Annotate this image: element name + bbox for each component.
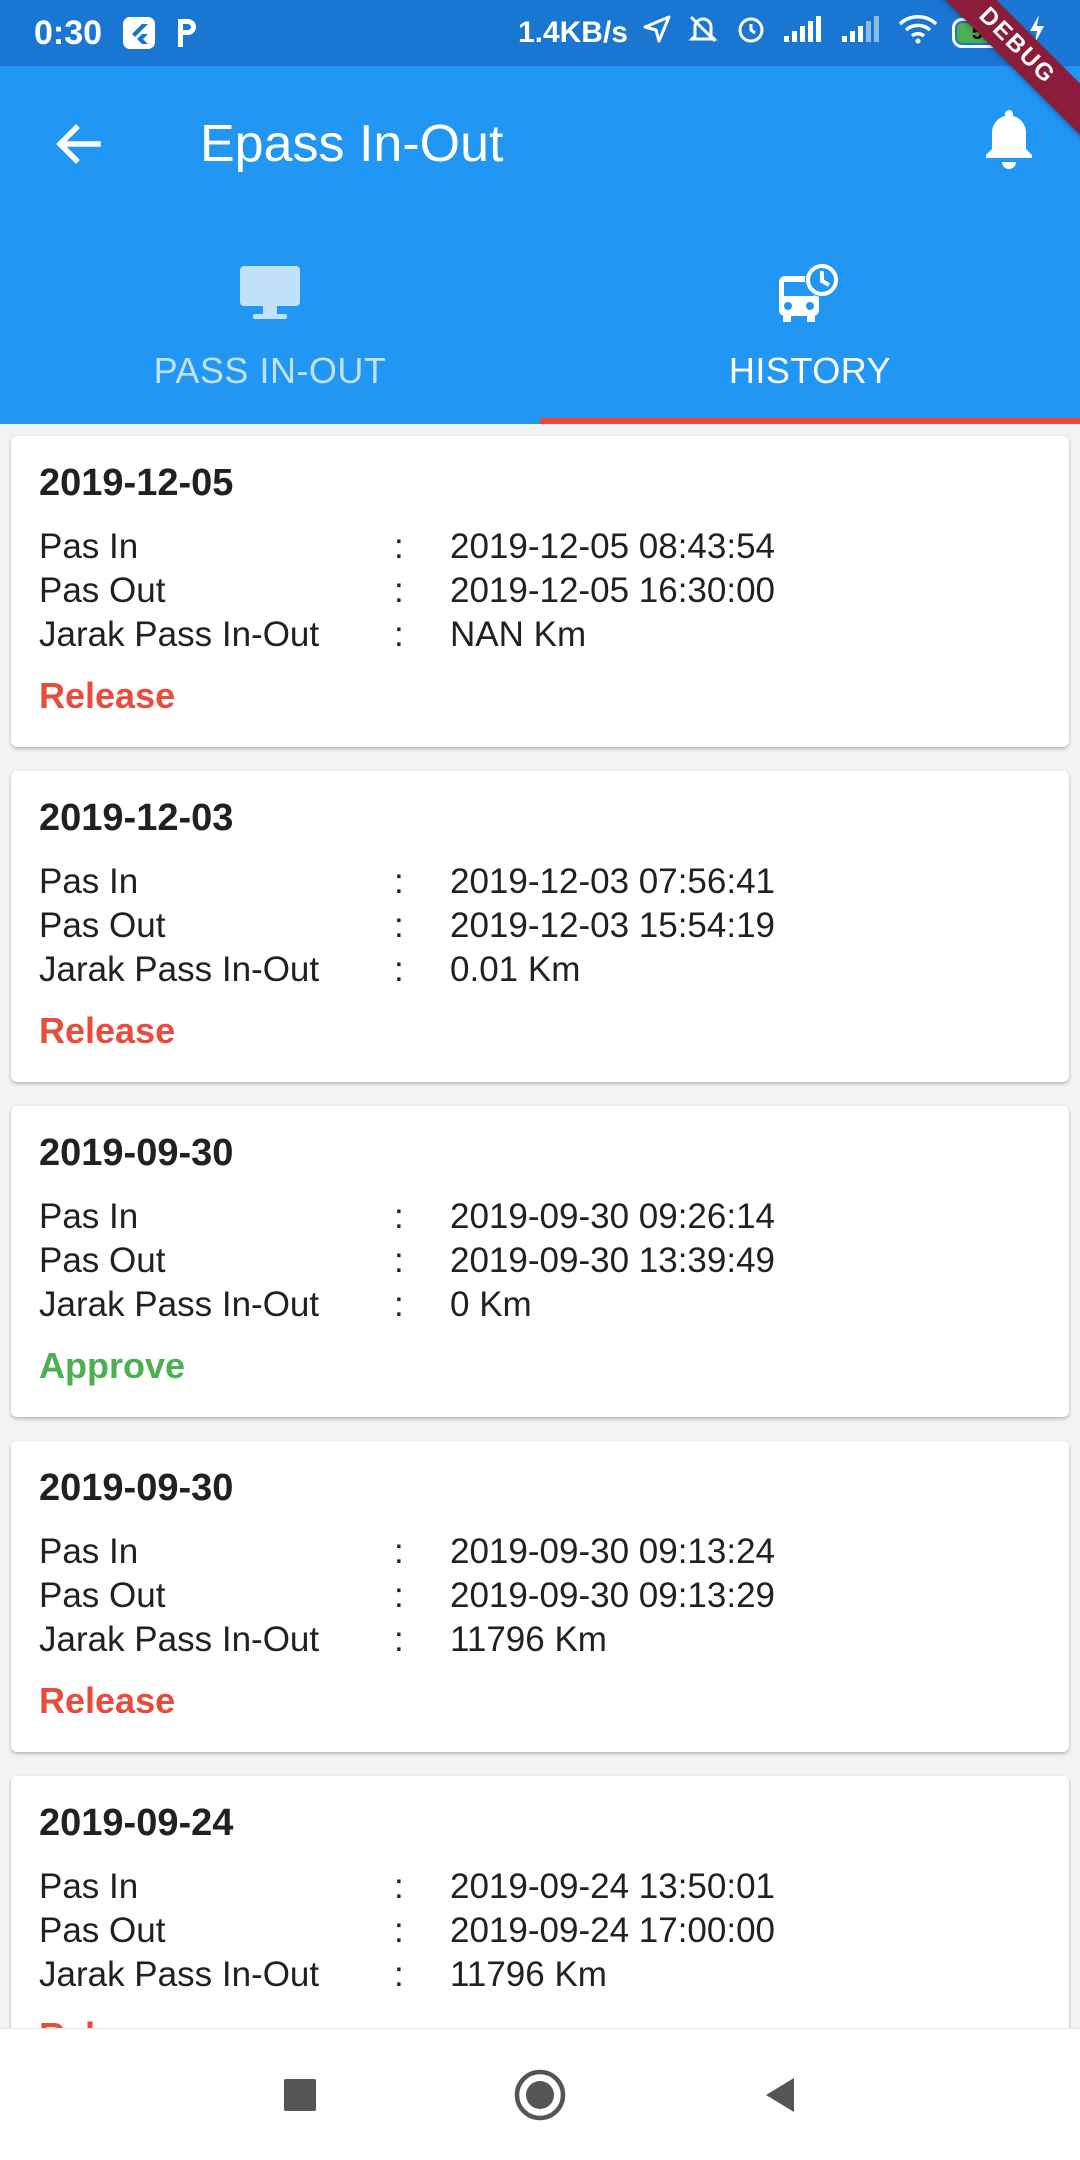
parking-icon [174,17,200,49]
monitor-icon [240,266,300,319]
signal-icon-2 [840,14,884,52]
flutter-icon [122,16,156,50]
distance-value: 0 Km [450,1285,532,1324]
pass-in-label: Pas In [39,862,139,901]
status-bar: 0:30 1.4KB/s 51 [0,0,1080,66]
pass-out-label: Pas Out [39,1576,166,1615]
separator: : [394,1532,404,1571]
bell-icon [986,110,1032,169]
separator: : [394,571,404,610]
history-card[interactable]: 2019-12-03 Pas In: 2019-12-03 07:56:41 Pa… [11,771,1069,1082]
status-label: Release [39,675,176,716]
history-date: 2019-12-03 [39,797,234,839]
separator: : [394,527,404,566]
page-title: Epass In-Out [200,115,504,173]
system-back-button[interactable] [745,2060,815,2130]
separator: : [394,1867,404,1906]
distance-label: Jarak Pass In-Out [39,1620,320,1659]
circle-home-icon [514,2069,566,2120]
bus-clock-icon [779,263,839,322]
history-card[interactable]: 2019-09-30 Pas In: 2019-09-30 09:13:24 Pa… [11,1441,1069,1752]
distance-value: 11796 Km [450,1620,607,1659]
tab-history[interactable]: HISTORY [540,236,1080,424]
status-label: Approve [39,1345,186,1386]
distance-label: Jarak Pass In-Out [39,1955,320,1994]
separator: : [394,1285,404,1324]
tab-bar: PASS IN-OUT HISTORY [0,236,1080,424]
pass-out-value: 2019-09-30 13:39:49 [450,1241,775,1280]
wifi-icon [898,14,938,52]
distance-value: 11796 Km [450,1955,607,1994]
separator: : [394,1911,404,1950]
arrow-back-icon [56,124,101,164]
separator: : [394,1241,404,1280]
separator: : [394,1955,404,1994]
pass-out-value: 2019-09-30 09:13:29 [450,1576,775,1615]
pass-in-value: 2019-09-24 13:50:01 [450,1867,775,1906]
recents-button[interactable] [265,2060,335,2130]
tab-label-pass-in-out: PASS IN-OUT [153,350,387,391]
network-speed: 1.4KB/s [517,16,628,49]
history-date: 2019-09-30 [39,1132,234,1174]
status-label: Release [39,1010,176,1051]
mute-icon [686,12,720,54]
pass-in-label: Pas In [39,527,139,566]
history-list[interactable]: 2019-12-05 Pas In: 2019-12-05 08:43:54 Pa… [0,424,1080,2028]
pass-in-label: Pas In [39,1867,139,1906]
pass-in-value: 2019-12-03 07:56:41 [450,862,775,901]
location-icon [642,14,672,52]
system-nav-bar [0,2028,1080,2160]
pass-out-label: Pas Out [39,906,166,945]
status-label: Release [39,2015,1041,2028]
pass-out-label: Pas Out [39,571,166,610]
status-label: Release [39,1680,176,1721]
home-button[interactable] [505,2060,575,2130]
history-card[interactable]: 2019-09-30 Pas In: 2019-09-30 09:26:14 Pa… [11,1106,1069,1417]
separator: : [394,862,404,901]
pass-in-value: 2019-09-30 09:26:14 [450,1197,775,1236]
pass-in-value: 2019-12-05 08:43:54 [450,527,775,566]
history-date: 2019-09-24 [39,1802,234,1844]
history-card[interactable]: 2019-12-05 Pas In: 2019-12-05 08:43:54 Pa… [11,436,1069,747]
back-button[interactable] [50,116,106,172]
pass-in-label: Pas In [39,1197,139,1236]
app-bar: Epass In-Out PASS IN-OUT HISTORY [0,66,1080,424]
pass-out-value: 2019-09-24 17:00:00 [450,1911,775,1950]
triangle-back-icon [766,2077,794,2112]
tab-label-history: HISTORY [728,350,892,391]
separator: : [394,906,404,945]
separator: : [394,1197,404,1236]
pass-out-value: 2019-12-03 15:54:19 [450,906,775,945]
history-date: 2019-09-30 [39,1467,234,1509]
pass-in-label: Pas In [39,1532,139,1571]
distance-label: Jarak Pass In-Out [39,950,320,989]
tab-pass-in-out[interactable]: PASS IN-OUT [0,236,540,424]
separator: : [394,615,404,654]
history-date: 2019-12-05 [39,462,234,504]
distance-value: 0.01 Km [450,950,581,989]
separator: : [394,1576,404,1615]
distance-value: NAN Km [450,615,587,654]
history-card[interactable]: 2019-09-24 Pas In: 2019-09-24 13:50:01 Pa… [11,1776,1069,2028]
distance-label: Jarak Pass In-Out [39,615,320,654]
separator: : [394,1620,404,1659]
pass-out-label: Pas Out [39,1911,166,1950]
pass-out-label: Pas Out [39,1241,166,1280]
notification-button[interactable] [980,104,1038,174]
signal-icon [782,14,826,52]
square-icon [284,2078,316,2111]
pass-in-value: 2019-09-30 09:13:24 [450,1532,775,1571]
pass-out-value: 2019-12-05 16:30:00 [450,571,775,610]
separator: : [394,950,404,989]
status-time: 0:30 [34,13,103,52]
alarm-icon [734,12,768,54]
distance-label: Jarak Pass In-Out [39,1285,320,1324]
